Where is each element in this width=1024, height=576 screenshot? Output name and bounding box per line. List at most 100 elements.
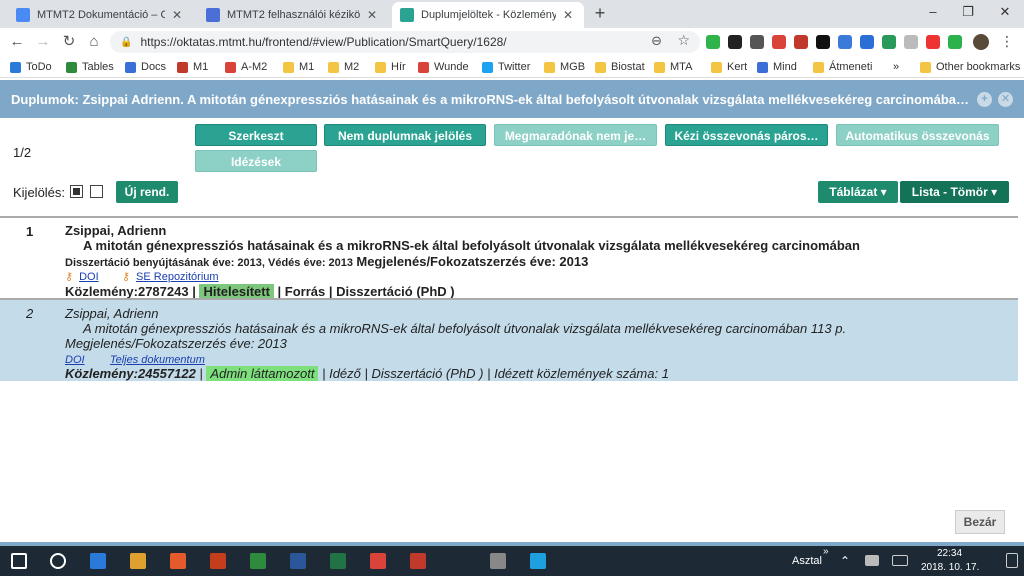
publication-id[interactable]: Közlemény:2787243 (65, 284, 189, 299)
not-duplicate-button[interactable]: Nem duplumnak jelölés (324, 124, 486, 146)
back-icon[interactable]: ← (7, 32, 27, 52)
select-all-checkbox[interactable] (70, 185, 83, 198)
word-icon[interactable] (330, 553, 346, 569)
close-tab-icon[interactable]: ✕ (560, 8, 576, 22)
extension-icon[interactable] (772, 35, 786, 49)
bookmark-item[interactable]: A-M2 (225, 59, 267, 75)
record-title[interactable]: A mitotán génexpressziós hatásainak és a… (83, 321, 846, 336)
start-icon[interactable] (11, 553, 27, 569)
clock-time[interactable]: 22:34 (937, 548, 962, 559)
address-bar[interactable]: 🔒 https://oktatas.mtmt.hu/frontend/#view… (110, 31, 700, 53)
app-icon[interactable] (490, 553, 506, 569)
bookmark-item[interactable]: Twitter (482, 59, 530, 75)
extension-icon[interactable] (882, 35, 896, 49)
publication-id[interactable]: Közlemény:24557122 (65, 366, 196, 381)
reload-icon[interactable]: ↻ (59, 32, 79, 52)
view-list-dropdown[interactable]: Lista - Tömör ▾ (900, 181, 1009, 203)
close-dialog-icon[interactable]: ✕ (998, 92, 1013, 107)
repository-link[interactable]: SE Repozitórium (136, 271, 219, 283)
record-meta: Disszertáció benyújtásának éve: 2013, Vé… (65, 254, 588, 269)
minimize-button[interactable]: – (918, 2, 948, 22)
search-icon[interactable] (50, 553, 66, 569)
extension-icon[interactable] (838, 35, 852, 49)
extension-icon[interactable] (948, 35, 962, 49)
keyboard-icon[interactable] (892, 555, 908, 566)
record-author[interactable]: Zsippai, Adrienn (65, 306, 158, 321)
record-row-1[interactable]: 1 Zsippai, Adrienn A mitotán génexpressz… (0, 218, 1018, 299)
edit-button[interactable]: Szerkeszt (195, 124, 317, 146)
doi-link[interactable]: DOI (79, 271, 99, 283)
close-window-button[interactable]: ✕ (990, 2, 1020, 22)
bookmark-item[interactable]: ToDo (10, 59, 52, 75)
bookmark-item[interactable]: MGB (544, 59, 585, 75)
bookmark-item[interactable]: Docs (125, 59, 166, 75)
lock-icon: 🔒 (120, 36, 133, 48)
record-title[interactable]: A mitotán génexpressziós hatásainak és a… (83, 238, 860, 253)
close-tab-icon[interactable]: ✕ (169, 8, 185, 22)
manual-merge-button[interactable]: Kézi összevonás páros… (665, 124, 828, 146)
maximize-button[interactable]: ❐ (953, 2, 983, 22)
other-bookmarks[interactable]: Other bookmarks (920, 59, 1020, 75)
bookmark-item[interactable]: Kert (711, 59, 747, 75)
bookmark-item[interactable]: Mind (757, 59, 797, 75)
bookmark-item[interactable]: Wunde (418, 59, 469, 75)
tab-mtmt2-kezikonyv[interactable]: MTMT2 felhasználói kézikönyv S ✕ (198, 2, 388, 28)
extension-icon[interactable] (794, 35, 808, 49)
forward-icon[interactable]: → (33, 32, 53, 52)
bookmark-item[interactable]: Hír (375, 59, 406, 75)
extension-icon[interactable] (750, 35, 764, 49)
remaining-not-button[interactable]: Megmaradónak nem je… (494, 124, 657, 146)
home-icon[interactable]: ⌂ (84, 32, 104, 52)
extension-icon[interactable] (904, 35, 918, 49)
close-button[interactable]: Bezár (955, 510, 1005, 534)
profile-avatar[interactable] (973, 34, 989, 50)
excel-icon[interactable] (370, 553, 386, 569)
citations-button[interactable]: Idézések (195, 150, 317, 172)
bookmark-item[interactable]: MTA (654, 59, 692, 75)
full-document-link[interactable]: Teljes dokumentum (110, 354, 205, 366)
bookmark-label: ToDo (26, 61, 52, 73)
tab-mtmt2-dokumentacio[interactable]: MTMT2 Dokumentáció – Google ✕ (8, 2, 193, 28)
firefox-icon[interactable] (210, 553, 226, 569)
powerpoint-icon[interactable] (250, 553, 266, 569)
bookmark-item[interactable]: Biostat (595, 59, 645, 75)
view-table-dropdown[interactable]: Táblázat ▾ (818, 181, 898, 203)
doi-link[interactable]: DOI (65, 354, 85, 366)
dialog-header: Duplumok: Zsippai Adrienn. A mitotán gén… (0, 80, 1024, 118)
bookmark-item[interactable]: M1 (177, 59, 208, 75)
desktop-label[interactable]: Asztal (792, 555, 822, 567)
expand-icon[interactable]: + (977, 92, 992, 107)
battery-icon[interactable] (865, 555, 879, 566)
tab-duplumjeloltek[interactable]: Duplumjelöltek - Közlemény - M ✕ (392, 2, 584, 28)
file-explorer-icon[interactable] (90, 553, 106, 569)
notification-icon[interactable] (1006, 553, 1018, 568)
bookmark-item[interactable]: M2 (328, 59, 359, 75)
bookmark-item[interactable]: M1 (283, 59, 314, 75)
close-tab-icon[interactable]: ✕ (364, 8, 380, 22)
record-row-2[interactable]: 2 Zsippai, Adrienn A mitotán génexpressz… (0, 300, 1018, 381)
extension-icon[interactable] (860, 35, 874, 49)
excel-ish-icon[interactable] (290, 553, 306, 569)
record-author[interactable]: Zsippai, Adrienn (65, 223, 166, 238)
new-tab-button[interactable]: + (590, 3, 610, 23)
extension-icon[interactable] (706, 35, 720, 49)
clock-date[interactable]: 2018. 10. 17. (921, 562, 979, 573)
bookmarks-overflow-icon[interactable]: » (893, 59, 899, 75)
bookmark-star-icon[interactable]: ☆ (677, 32, 690, 49)
bookmark-item[interactable]: Átmeneti (813, 59, 872, 75)
extension-icon[interactable] (926, 35, 940, 49)
extension-icon[interactable] (728, 35, 742, 49)
auto-merge-button[interactable]: Automatikus összevonás (836, 124, 999, 146)
desktop-overflow-icon[interactable]: » (823, 546, 829, 557)
acrobat-icon[interactable] (410, 553, 426, 569)
chrome-icon[interactable] (170, 553, 186, 569)
outlook-icon[interactable] (130, 553, 146, 569)
skype-icon[interactable] (530, 553, 546, 569)
new-sort-button[interactable]: Új rend. (116, 181, 178, 203)
chrome-menu-icon[interactable]: ⋮ (1000, 33, 1014, 50)
zoom-icon[interactable]: ⊖ (651, 33, 662, 49)
select-none-checkbox[interactable] (90, 185, 103, 198)
bookmark-item[interactable]: Tables (66, 59, 114, 75)
extension-icon[interactable] (816, 35, 830, 49)
tray-up-icon[interactable]: ⌃ (840, 554, 850, 568)
